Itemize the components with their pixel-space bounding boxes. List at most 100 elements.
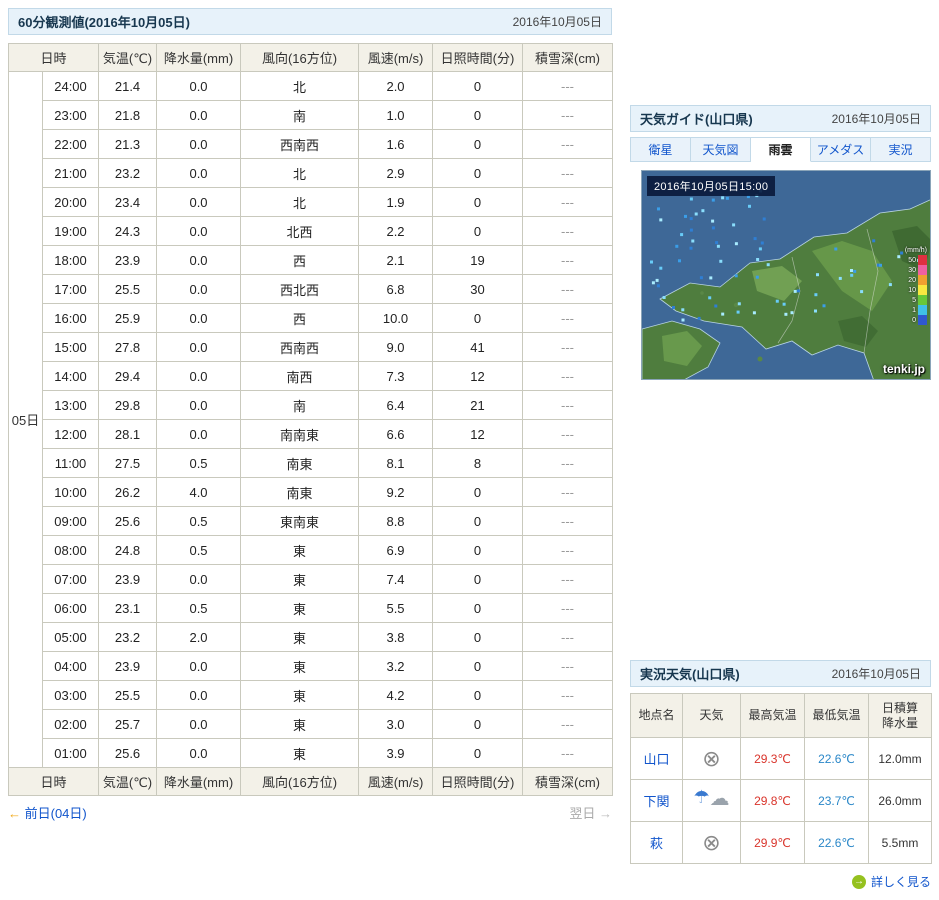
cell-temperature: 21.3 — [98, 129, 158, 159]
cell-wind-speed: 8.8 — [358, 506, 434, 536]
cell-daily-precip: 26.0mm — [868, 779, 932, 822]
cell-weather: ⊗ — [682, 821, 741, 864]
cell-sunshine: 0 — [432, 651, 524, 681]
cell-temperature: 23.4 — [98, 187, 158, 217]
observation-footer-row: 日時 気温(℃) 降水量(mm) 風向(16方位) 風速(m/s) 日照時間(分… — [7, 767, 614, 796]
col-temperature: 気温(℃) — [98, 767, 158, 796]
location-link[interactable]: 下関 — [643, 794, 669, 809]
cell-snow-depth: --- — [522, 71, 614, 101]
cell-temperature: 25.6 — [98, 738, 158, 768]
cell-wind-speed: 7.4 — [358, 564, 434, 594]
legend-unit-label: (mm/h) — [904, 247, 927, 254]
day-navigation: ← 前日(04日) 翌日 → — [8, 803, 612, 822]
cell-precipitation: 0.0 — [156, 129, 242, 159]
cell-snow-depth: --- — [522, 477, 614, 507]
observation-row: 16:00 25.9 0.0 西 10.0 0 --- — [9, 303, 614, 333]
col-sunshine: 日照時間(分) — [432, 767, 524, 796]
tab-天気図[interactable]: 天気図 — [691, 137, 751, 162]
cell-wind-speed: 6.4 — [358, 390, 434, 420]
cell-temperature: 23.2 — [98, 622, 158, 652]
observation-row: 06:00 23.1 0.5 東 5.5 0 --- — [9, 593, 614, 623]
tenki-watermark: tenki.jp — [882, 362, 925, 376]
cell-sunshine: 0 — [432, 100, 524, 130]
tab-衛星[interactable]: 衛星 — [630, 137, 691, 162]
cell-wind-speed: 10.0 — [358, 303, 434, 333]
cell-wind-speed: 2.2 — [358, 216, 434, 246]
legend-step: 1 — [905, 305, 927, 315]
cell-precipitation: 0.0 — [156, 332, 242, 362]
cell-wind-speed: 5.5 — [358, 593, 434, 623]
tab-アメダス[interactable]: アメダス — [811, 137, 871, 162]
cell-snow-depth: --- — [522, 680, 614, 710]
cell-snow-depth: --- — [522, 593, 614, 623]
legend-step: 0 — [905, 315, 927, 325]
observation-row: 18:00 23.9 0.0 西 2.1 19 --- — [9, 245, 614, 275]
cell-snow-depth: --- — [522, 100, 614, 130]
col-datetime: 日時 — [7, 767, 100, 796]
cell-precipitation: 0.0 — [156, 709, 242, 739]
cell-wind-speed: 6.6 — [358, 419, 434, 449]
cell-wind-direction: 東 — [240, 651, 360, 681]
cell-snow-depth: --- — [522, 158, 614, 188]
location-link[interactable]: 山口 — [643, 752, 669, 767]
cell-wind-speed: 3.2 — [358, 651, 434, 681]
legend-step: 10 — [905, 285, 927, 295]
cell-snow-depth: --- — [522, 216, 614, 246]
cell-temperature: 24.8 — [98, 535, 158, 565]
cell-wind-direction: 北 — [240, 71, 360, 101]
details-link[interactable]: → 詳しく見る — [630, 873, 931, 890]
observation-row: 19:00 24.3 0.0 北西 2.2 0 --- — [9, 216, 614, 246]
location-link[interactable]: 萩 — [650, 836, 663, 851]
cell-snow-depth: --- — [522, 332, 614, 362]
cell-sunshine: 0 — [432, 593, 524, 623]
prev-day-link[interactable]: ← 前日(04日) — [8, 803, 87, 822]
cell-wind-speed: 9.0 — [358, 332, 434, 362]
cell-snow-depth: --- — [522, 564, 614, 594]
tab-雨雲[interactable]: 雨雲 — [751, 137, 811, 162]
cell-precipitation: 0.5 — [156, 448, 242, 478]
current-weather-row: 山口 ⊗ 29.3℃ 22.6℃ 12.0mm — [630, 737, 932, 780]
day-label: 05日 — [8, 71, 43, 768]
cell-wind-direction: 東 — [240, 622, 360, 652]
cell-time: 14:00 — [41, 361, 100, 391]
observation-row: 23:00 21.8 0.0 南 1.0 0 --- — [9, 100, 614, 130]
right-arrow-icon: → — [599, 806, 612, 821]
cell-snow-depth: --- — [522, 622, 614, 652]
cell-low-temp: 22.6℃ — [804, 737, 869, 780]
cell-wind-direction: 東 — [240, 564, 360, 594]
observation-table: 日時 気温(℃) 降水量(mm) 風向(16方位) 風速(m/s) 日照時間(分… — [7, 43, 614, 796]
cell-wind-direction: 南南東 — [240, 419, 360, 449]
cell-sunshine: 0 — [432, 477, 524, 507]
cell-sunshine: 0 — [432, 158, 524, 188]
cell-wind-speed: 3.0 — [358, 709, 434, 739]
col-precipitation: 降水量(mm) — [156, 767, 242, 796]
cell-temperature: 26.2 — [98, 477, 158, 507]
cell-precipitation: 0.0 — [156, 738, 242, 768]
cell-weather: ⊗ — [682, 737, 741, 780]
col-daily-precip: 日積算 降水量 — [868, 693, 932, 738]
cell-wind-direction: 南東 — [240, 448, 360, 478]
cell-sunshine: 0 — [432, 129, 524, 159]
observation-date: 2016年10月05日 — [512, 15, 602, 29]
cell-wind-speed: 2.0 — [358, 71, 434, 101]
cell-wind-direction: 北 — [240, 187, 360, 217]
cell-temperature: 23.9 — [98, 651, 158, 681]
cell-time: 01:00 — [41, 738, 100, 768]
prev-day-label: 前日(04日) — [24, 806, 87, 821]
current-header-bar: 実況天気(山口県) 2016年10月05日 — [630, 660, 931, 687]
col-location: 地点名 — [630, 693, 683, 738]
cell-wind-direction: 南西 — [240, 361, 360, 391]
cell-precipitation: 0.0 — [156, 680, 242, 710]
col-sunshine: 日照時間(分) — [432, 43, 524, 72]
cell-time: 08:00 — [41, 535, 100, 565]
radar-legend: (mm/h) 50 30 20 10 5 1 0 — [905, 247, 927, 325]
col-low-temp: 最低気温 — [804, 693, 869, 738]
cell-time: 24:00 — [41, 71, 100, 101]
cell-wind-direction: 南東 — [240, 477, 360, 507]
cell-wind-direction: 北 — [240, 158, 360, 188]
tab-実況[interactable]: 実況 — [871, 137, 931, 162]
cell-time: 05:00 — [41, 622, 100, 652]
cell-wind-direction: 東 — [240, 709, 360, 739]
cell-temperature: 21.4 — [98, 71, 158, 101]
cell-time: 11:00 — [41, 448, 100, 478]
